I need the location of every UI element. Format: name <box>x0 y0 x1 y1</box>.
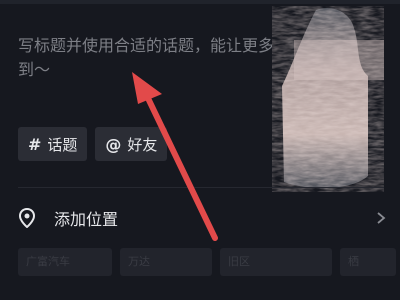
add-location-label: 添加位置 <box>54 210 119 229</box>
topic-chip-label: 话题 <box>47 135 78 154</box>
location-suggestions: 广富汽车 万达 旧区 栖 <box>18 248 396 276</box>
location-suggestion[interactable]: 万达 <box>120 248 212 276</box>
topic-chip[interactable]: # 话题 <box>18 127 88 161</box>
chip-row: # 话题 @ 好友 <box>18 127 168 161</box>
mention-friend-chip[interactable]: @ 好友 <box>95 127 168 161</box>
hashtag-icon: # <box>28 134 42 154</box>
cover-image <box>272 6 384 192</box>
add-location-row[interactable]: 添加位置 <box>18 204 388 232</box>
location-pin-icon <box>18 207 36 229</box>
caption-input[interactable]: 写标题并使用合适的话题，能让更多人看到～ <box>18 34 308 82</box>
chevron-right-icon <box>376 210 388 226</box>
location-suggestion[interactable]: 旧区 <box>220 248 332 276</box>
cover-thumbnail[interactable] <box>272 6 384 192</box>
friend-chip-label: 好友 <box>127 135 158 154</box>
row-divider <box>18 187 384 188</box>
location-suggestion[interactable]: 广富汽车 <box>18 248 112 276</box>
top-divider <box>0 0 400 4</box>
publish-screen: 写标题并使用合适的话题，能让更多人看到～ # 话题 @ 好友 添加位置 广富汽车… <box>0 0 400 300</box>
location-suggestion[interactable]: 栖 <box>340 248 396 276</box>
at-icon: @ <box>105 134 122 154</box>
